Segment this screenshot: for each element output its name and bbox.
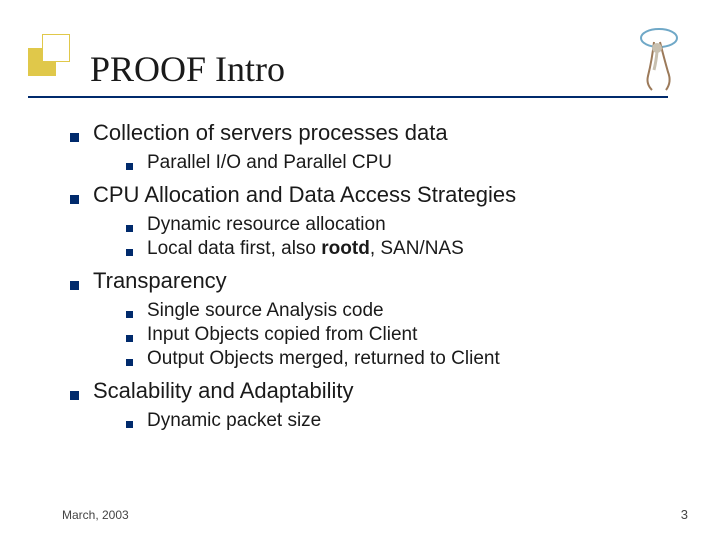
page-number: 3 bbox=[681, 507, 688, 522]
bullet-icon bbox=[126, 163, 133, 170]
logo-icon bbox=[630, 22, 688, 94]
list-item: Single source Analysis code bbox=[126, 300, 680, 322]
item-text: Single source Analysis code bbox=[147, 300, 384, 322]
section-heading: Transparency bbox=[93, 268, 227, 294]
list-item: Input Objects copied from Client bbox=[126, 324, 680, 346]
item-text: Dynamic packet size bbox=[147, 410, 321, 432]
bullet-icon bbox=[70, 195, 79, 204]
bullet-icon bbox=[70, 133, 79, 142]
bullet-icon bbox=[70, 391, 79, 400]
bullet-icon bbox=[126, 311, 133, 318]
section-heading: Collection of servers processes data bbox=[93, 120, 448, 146]
content-body: Collection of servers processes data Par… bbox=[70, 120, 680, 440]
bullet-icon bbox=[126, 249, 133, 256]
title-underline bbox=[28, 96, 668, 98]
bullet-icon bbox=[126, 335, 133, 342]
item-text: Input Objects copied from Client bbox=[147, 324, 417, 346]
section: Transparency Single source Analysis code… bbox=[70, 268, 680, 370]
bullet-icon bbox=[126, 421, 133, 428]
list-item: Parallel I/O and Parallel CPU bbox=[126, 152, 680, 174]
item-text: Parallel I/O and Parallel CPU bbox=[147, 152, 392, 174]
item-text: Local data first, also rootd, SAN/NAS bbox=[147, 238, 464, 260]
item-text: Output Objects merged, returned to Clien… bbox=[147, 348, 500, 370]
list-item: Output Objects merged, returned to Clien… bbox=[126, 348, 680, 370]
list-item: Dynamic resource allocation bbox=[126, 214, 680, 236]
slide-title: PROOF Intro bbox=[90, 48, 285, 90]
list-item: Dynamic packet size bbox=[126, 410, 680, 432]
bullet-icon bbox=[70, 281, 79, 290]
bullet-icon bbox=[126, 225, 133, 232]
section-heading: CPU Allocation and Data Access Strategie… bbox=[93, 182, 516, 208]
section: CPU Allocation and Data Access Strategie… bbox=[70, 182, 680, 260]
bullet-icon bbox=[126, 359, 133, 366]
section: Scalability and Adaptability Dynamic pac… bbox=[70, 378, 680, 432]
item-text: Dynamic resource allocation bbox=[147, 214, 386, 236]
section: Collection of servers processes data Par… bbox=[70, 120, 680, 174]
corner-decoration bbox=[28, 20, 83, 100]
footer-date: March, 2003 bbox=[62, 508, 129, 522]
list-item: Local data first, also rootd, SAN/NAS bbox=[126, 238, 680, 260]
section-heading: Scalability and Adaptability bbox=[93, 378, 354, 404]
